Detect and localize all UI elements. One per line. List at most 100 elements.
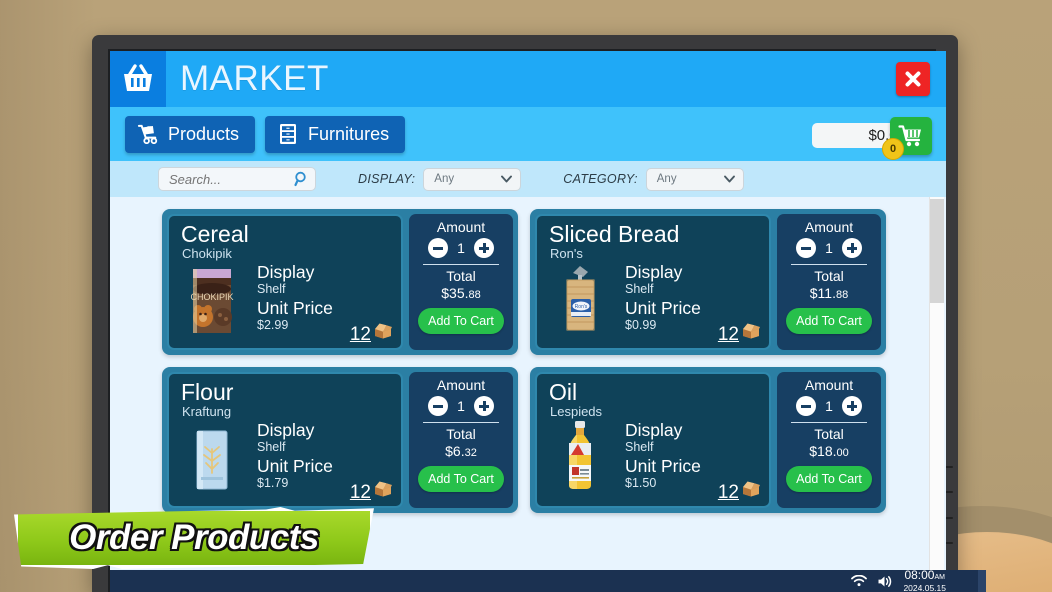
search-input[interactable]: [167, 170, 307, 188]
total-main: $35.: [441, 285, 469, 301]
cardboard-box-icon: [743, 481, 760, 497]
product-stock-count: 12: [349, 324, 371, 345]
amount-stepper: 1: [796, 396, 862, 416]
total-value: $18.00: [809, 443, 849, 459]
decrease-amount-button[interactable]: [796, 238, 816, 258]
show-desktop-button[interactable]: [978, 570, 986, 592]
product-stock: 12: [718, 480, 761, 502]
amount-label: Amount: [436, 219, 486, 235]
order-products-ribbon: Order Products: [14, 507, 374, 569]
add-to-cart-button[interactable]: Add To Cart: [786, 466, 872, 492]
product-card: Sliced Bread Ron's Ron's Display Shelf Unit P…: [530, 209, 886, 355]
total-label: Total: [446, 268, 476, 284]
product-unit-price: $1.50: [625, 476, 657, 490]
cardboard-box-icon: [373, 322, 393, 344]
app-logo: [110, 51, 166, 107]
increase-amount-button[interactable]: [474, 238, 494, 258]
amount-label: Amount: [804, 377, 854, 393]
bread-loaf-image: Ron's: [549, 263, 611, 335]
unit-price-label: Unit Price: [257, 298, 333, 318]
category-filter-select[interactable]: Any: [645, 167, 744, 191]
wifi-icon[interactable]: [851, 575, 868, 587]
product-details: Sliced Bread Ron's Ron's Display Shelf Unit P…: [535, 214, 771, 350]
add-to-cart-button[interactable]: Add To Cart: [418, 308, 504, 334]
decrease-amount-button[interactable]: [428, 238, 448, 258]
cereal-box-image: CHOKIPIK: [181, 263, 243, 335]
product-name: Flour: [181, 379, 234, 405]
scrollbar-thumb[interactable]: [930, 199, 944, 303]
add-to-cart-button[interactable]: Add To Cart: [786, 308, 872, 334]
chevron-down-icon: [500, 173, 513, 188]
decrease-amount-button[interactable]: [428, 396, 448, 416]
product-brand: Lespieds: [550, 404, 603, 419]
add-to-cart-button[interactable]: Add To Cart: [418, 466, 504, 492]
increase-amount-button[interactable]: [842, 396, 862, 416]
total-main: $18.: [809, 443, 837, 459]
search-box[interactable]: [158, 167, 316, 191]
wall-shadow: [0, 0, 96, 592]
total-cents: 00: [836, 447, 849, 459]
tab-furnitures[interactable]: Furnitures: [265, 115, 406, 153]
taskbar-date: 2024.05.15: [903, 582, 946, 592]
display-label: Display: [625, 262, 683, 282]
cardboard-box-icon: [375, 481, 392, 497]
product-display-value: Shelf: [625, 440, 654, 454]
display-label: Display: [625, 420, 683, 440]
cardboard-box-icon: [743, 323, 760, 339]
amount-value: 1: [825, 398, 833, 414]
cardboard-box-icon: [741, 322, 761, 344]
taskbar-clock[interactable]: 08:00AM 2024.05.15: [903, 567, 946, 592]
product-grid: Cereal Chokipik CHOKIPIK Display Shelf Unit P…: [110, 197, 902, 513]
product-details: Flour Kraftung Display Shelf Unit Price $1.79…: [167, 372, 403, 508]
product-unit-price: $1.79: [257, 476, 289, 490]
product-unit-price: $0.99: [625, 318, 657, 332]
display-filter-select[interactable]: Any: [423, 167, 522, 191]
display-filter-label: DISPLAY:: [358, 172, 416, 186]
unit-price-label: Unit Price: [257, 456, 333, 476]
amount-stepper: 1: [428, 238, 494, 258]
speaker-icon[interactable]: [877, 575, 893, 588]
close-button[interactable]: [896, 62, 930, 96]
product-purchase-panel: Amount 1 Total $35.88 Add To Cart: [409, 214, 513, 350]
market-app-window: MARKET Products Furnitures $0.00 0 Searc…: [110, 51, 946, 571]
unit-price-label: Unit Price: [625, 298, 701, 318]
product-display-value: Shelf: [257, 440, 286, 454]
chevron-down-icon: [723, 173, 736, 188]
product-card: Cereal Chokipik CHOKIPIK Display Shelf Unit P…: [162, 209, 518, 355]
cart-widget[interactable]: $0.00 0: [812, 115, 932, 160]
product-name: Sliced Bread: [549, 221, 680, 247]
cart-badge: 0: [882, 138, 904, 160]
product-card: Oil Lespieds Display Shelf Unit Price $1.50 12…: [530, 367, 886, 513]
tab-products-label: Products: [168, 123, 240, 144]
increase-amount-button[interactable]: [842, 238, 862, 258]
product-purchase-panel: Amount 1 Total $11.88 Add To Cart: [777, 214, 881, 350]
amount-value: 1: [457, 398, 465, 414]
magnifier-icon: [294, 171, 309, 192]
product-display-value: Shelf: [257, 282, 286, 296]
increase-amount-button[interactable]: [474, 396, 494, 416]
display-label: Display: [257, 262, 315, 282]
category-filter-label: CATEGORY:: [563, 172, 638, 186]
amount-value: 1: [457, 240, 465, 256]
taskbar-time-value: 08:00: [904, 567, 935, 582]
amount-label: Amount: [436, 377, 486, 393]
product-brand: Chokipik: [182, 246, 232, 261]
unit-price-label: Unit Price: [625, 456, 701, 476]
os-taskbar: 08:00AM 2024.05.15: [110, 567, 986, 592]
room-scene: MARKET Products Furnitures $0.00 0 Searc…: [0, 0, 1052, 592]
filter-bar: DISPLAY: Any CATEGORY: Any: [110, 161, 946, 197]
decrease-amount-button[interactable]: [796, 396, 816, 416]
product-brand: Ron's: [550, 246, 583, 261]
app-titlebar: MARKET: [110, 51, 946, 107]
ribbon-label: Order Products: [69, 518, 319, 557]
tab-products[interactable]: Products: [125, 115, 256, 153]
amount-stepper: 1: [796, 238, 862, 258]
panel-divider: [791, 264, 867, 265]
hand-truck-icon: [137, 123, 159, 145]
total-cents: 88: [835, 289, 849, 301]
product-name: Cereal: [181, 221, 249, 247]
product-list-scrollbar[interactable]: [929, 197, 944, 571]
total-main: $6.: [445, 443, 465, 459]
category-filter-value: Any: [656, 173, 677, 185]
total-value: $35.88: [441, 285, 481, 301]
